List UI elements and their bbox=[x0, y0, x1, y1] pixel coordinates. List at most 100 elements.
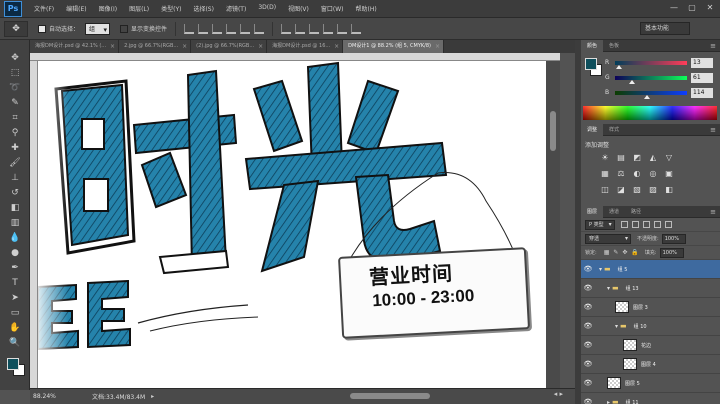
document-canvas[interactable]: 营业时间 10:00 - 23:00 bbox=[38, 61, 546, 388]
lock-transparency-icon[interactable]: ▦ bbox=[604, 249, 610, 256]
layer-row[interactable]: 👁 花边 bbox=[581, 336, 720, 355]
slider-knob[interactable] bbox=[629, 80, 636, 84]
menu-item[interactable]: 帮助(H) bbox=[350, 4, 383, 13]
align-left-icon[interactable] bbox=[226, 23, 237, 34]
close-tab-icon[interactable]: × bbox=[258, 40, 263, 53]
menu-item[interactable]: 文件(F) bbox=[28, 4, 60, 13]
marquee-tool-icon[interactable]: ⬚ bbox=[7, 66, 23, 80]
shape-tool-icon[interactable]: ▭ bbox=[7, 306, 23, 320]
quick-select-tool-icon[interactable]: ✎ bbox=[7, 96, 23, 110]
visibility-eye-icon[interactable]: 👁 bbox=[581, 379, 595, 387]
layer-row[interactable]: 👁 ▸ ▬ 组 11 bbox=[581, 393, 720, 404]
layer-row[interactable]: 👁 ▾ ▬ 组 5 bbox=[581, 260, 720, 279]
blur-tool-icon[interactable]: 💧 bbox=[7, 231, 23, 245]
maximize-button[interactable]: ▢ bbox=[686, 2, 698, 14]
gradient-tool-icon[interactable]: ▥ bbox=[7, 216, 23, 230]
auto-select-checkbox[interactable] bbox=[38, 24, 46, 33]
slider-track[interactable] bbox=[615, 76, 687, 80]
transform-controls-checkbox[interactable] bbox=[120, 24, 129, 33]
tab-channels[interactable]: 通道 bbox=[603, 206, 625, 218]
color-spectrum[interactable] bbox=[583, 106, 717, 120]
filter-adjust-icon[interactable] bbox=[631, 221, 639, 228]
color-slider-r[interactable]: R 13 bbox=[605, 58, 715, 69]
auto-select-dropdown[interactable]: 组 bbox=[85, 22, 111, 36]
adjustment-icon[interactable]: ◫ bbox=[599, 184, 611, 195]
expand-arrow-icon[interactable]: ▾ bbox=[615, 323, 618, 330]
lock-pixels-icon[interactable]: ✎ bbox=[613, 249, 618, 256]
document-tab[interactable]: 海报DM设计.psd @ 16... × bbox=[267, 40, 344, 53]
visibility-eye-icon[interactable]: 👁 bbox=[581, 341, 595, 349]
healing-brush-tool-icon[interactable]: ✚ bbox=[7, 141, 23, 155]
layer-row[interactable]: 👁 图层 3 bbox=[581, 298, 720, 317]
workspace-dropdown[interactable]: 基本功能 bbox=[640, 22, 690, 35]
visibility-eye-icon[interactable]: 👁 bbox=[581, 322, 595, 330]
foreground-color-swatch[interactable] bbox=[7, 358, 19, 370]
adjustment-icon[interactable]: ◐ bbox=[631, 168, 643, 179]
expand-arrow-icon[interactable]: ▾ bbox=[607, 285, 610, 292]
distribute-right-icon[interactable] bbox=[351, 23, 362, 34]
slider-value-field[interactable]: 61 bbox=[691, 73, 713, 83]
move-tool-preset-icon[interactable]: ✥ bbox=[4, 20, 28, 37]
panel-menu-icon[interactable]: ≡ bbox=[710, 206, 716, 218]
slider-value-field[interactable]: 13 bbox=[691, 58, 713, 68]
status-menu-arrow-icon[interactable]: ▸ bbox=[151, 393, 154, 400]
type-tool-icon[interactable]: T bbox=[7, 276, 23, 290]
lasso-tool-icon[interactable]: ➰ bbox=[7, 81, 23, 95]
adjustment-icon[interactable]: ◩ bbox=[631, 152, 643, 163]
adjustment-icon[interactable]: ☀ bbox=[599, 152, 611, 163]
tab-paths[interactable]: 路径 bbox=[625, 206, 647, 218]
adjustment-icon[interactable]: ▦ bbox=[599, 168, 611, 179]
menu-item[interactable]: 窗口(W) bbox=[315, 4, 350, 13]
slider-value-field[interactable]: 114 bbox=[691, 88, 713, 98]
filter-pixel-icon[interactable] bbox=[620, 221, 628, 228]
tab-adjustments[interactable]: 调整 bbox=[581, 123, 604, 136]
fill-field[interactable]: 100% bbox=[659, 247, 684, 258]
close-tab-icon[interactable]: × bbox=[182, 40, 187, 53]
align-right-icon[interactable] bbox=[254, 23, 265, 34]
dodge-tool-icon[interactable]: ● bbox=[7, 246, 23, 260]
path-select-tool-icon[interactable]: ➤ bbox=[7, 291, 23, 305]
align-top-icon[interactable] bbox=[184, 23, 195, 34]
menu-item[interactable]: 3D(D) bbox=[252, 4, 282, 13]
document-tab[interactable]: 2.jpg @ 66.7%(RGB... × bbox=[119, 40, 192, 53]
vertical-scrollbar[interactable] bbox=[546, 61, 560, 388]
clone-stamp-tool-icon[interactable]: ⊥ bbox=[7, 171, 23, 185]
zoom-level-field[interactable]: 88.24% bbox=[30, 393, 64, 400]
align-bottom-icon[interactable] bbox=[212, 23, 223, 34]
filter-type-icon[interactable] bbox=[642, 221, 650, 228]
adjustment-icon[interactable]: ▽ bbox=[663, 152, 675, 163]
zoom-tool-icon[interactable]: 🔍 bbox=[7, 336, 23, 350]
adjustment-icon[interactable]: ⚖ bbox=[615, 168, 627, 179]
adjustment-icon[interactable]: ▣ bbox=[663, 168, 675, 179]
menu-item[interactable]: 选择(S) bbox=[187, 4, 220, 13]
pen-tool-icon[interactable]: ✒ bbox=[7, 261, 23, 275]
align-vcenter-icon[interactable] bbox=[198, 23, 209, 34]
visibility-eye-icon[interactable]: 👁 bbox=[581, 360, 595, 368]
crop-tool-icon[interactable]: ⌗ bbox=[7, 111, 23, 125]
menu-item[interactable]: 滤镜(T) bbox=[220, 4, 252, 13]
tab-color[interactable]: 颜色 bbox=[581, 39, 604, 52]
lock-all-icon[interactable]: 🔒 bbox=[631, 249, 638, 256]
eraser-tool-icon[interactable]: ◧ bbox=[7, 201, 23, 215]
adjustment-icon[interactable]: ◧ bbox=[663, 184, 675, 195]
panel-menu-icon[interactable]: ≡ bbox=[710, 40, 716, 52]
document-tab[interactable]: 海报DM设计.psd @ 42.1% (... × bbox=[30, 40, 120, 53]
move-tool-icon[interactable]: ✥ bbox=[7, 51, 23, 65]
tab-layers[interactable]: 图层 bbox=[581, 205, 604, 218]
slider-track[interactable] bbox=[615, 61, 687, 65]
scroll-arrows-icon[interactable]: ◂ ▸ bbox=[554, 390, 563, 398]
filter-shape-icon[interactable] bbox=[653, 221, 661, 228]
slider-knob[interactable] bbox=[644, 95, 651, 99]
align-hcenter-icon[interactable] bbox=[240, 23, 251, 34]
blend-mode-dropdown[interactable]: 穿透 bbox=[585, 233, 631, 244]
color-slider-g[interactable]: G 61 bbox=[605, 73, 715, 84]
expand-arrow-icon[interactable]: ▾ bbox=[599, 266, 602, 273]
eyedropper-tool-icon[interactable]: ⚲ bbox=[7, 126, 23, 140]
layer-row[interactable]: 👁 ▾ ▬ 组 10 bbox=[581, 317, 720, 336]
distribute-top-icon[interactable] bbox=[281, 23, 292, 34]
panel-menu-icon[interactable]: ≡ bbox=[710, 124, 716, 136]
layer-row[interactable]: 👁 图层 4 bbox=[581, 355, 720, 374]
layer-row[interactable]: 👁 图层 5 bbox=[581, 374, 720, 393]
menu-item[interactable]: 类型(Y) bbox=[155, 4, 187, 13]
collapse-arrow-icon[interactable]: ▸ bbox=[607, 399, 610, 404]
